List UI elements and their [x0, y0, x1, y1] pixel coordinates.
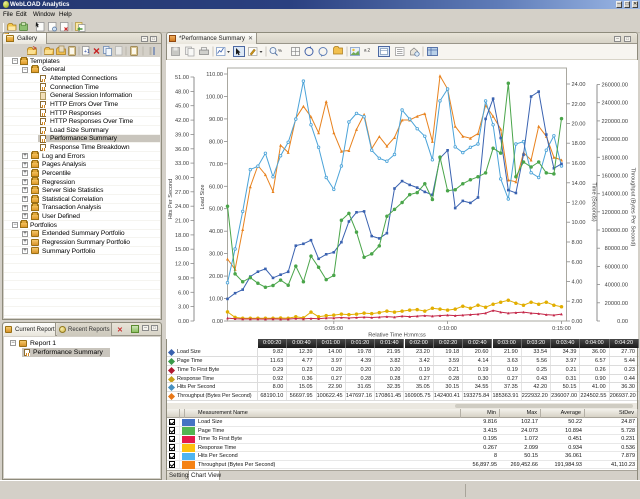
svg-text:27.00: 27.00 — [175, 190, 189, 196]
svg-text:30.00: 30.00 — [175, 176, 189, 182]
svg-text:50.00: 50.00 — [209, 207, 223, 213]
svg-text:24.00: 24.00 — [175, 204, 189, 210]
svg-text:110.00: 110.00 — [206, 72, 223, 78]
svg-text:40.00: 40.00 — [209, 229, 223, 235]
svg-text:10.00: 10.00 — [572, 220, 586, 226]
svg-text:9.00: 9.00 — [178, 276, 189, 282]
svg-text:45.00: 45.00 — [175, 104, 189, 110]
svg-text:0:10:00: 0:10:00 — [438, 326, 457, 332]
svg-text:24.00: 24.00 — [572, 82, 586, 88]
svg-text:20000.00: 20000.00 — [605, 301, 628, 307]
svg-text:21.00: 21.00 — [175, 219, 189, 225]
svg-text:8.00: 8.00 — [572, 240, 583, 246]
svg-text:Relative Time H:mm:ss: Relative Time H:mm:ss — [368, 333, 426, 339]
svg-text:6.00: 6.00 — [178, 290, 189, 296]
svg-text:42.00: 42.00 — [175, 118, 189, 124]
svg-text:90.00: 90.00 — [209, 117, 223, 123]
svg-text:30.00: 30.00 — [209, 252, 223, 258]
svg-text:2.00: 2.00 — [572, 299, 583, 305]
svg-text:12.00: 12.00 — [572, 201, 586, 207]
svg-text:18.00: 18.00 — [572, 141, 586, 147]
svg-text:0.00: 0.00 — [617, 319, 628, 325]
svg-text:80000.00: 80000.00 — [605, 246, 628, 252]
svg-text:6.00: 6.00 — [572, 260, 583, 266]
svg-text:20.00: 20.00 — [572, 122, 586, 128]
svg-text:+1: +1 — [84, 49, 90, 55]
svg-text:200000.00: 200000.00 — [602, 137, 628, 143]
svg-text:100.00: 100.00 — [206, 95, 223, 101]
svg-text:40000.00: 40000.00 — [605, 283, 628, 289]
svg-text:16.00: 16.00 — [572, 161, 586, 167]
svg-text:36.00: 36.00 — [175, 147, 189, 153]
svg-text:60000.00: 60000.00 — [605, 264, 628, 270]
svg-text:0:05:00: 0:05:00 — [324, 326, 343, 332]
svg-text:a２: a２ — [364, 48, 371, 53]
svg-text:12.00: 12.00 — [175, 262, 189, 268]
svg-text:39.00: 39.00 — [175, 132, 189, 138]
svg-text:70.00: 70.00 — [209, 162, 223, 168]
svg-text:0.00: 0.00 — [212, 319, 223, 325]
svg-text:0:15:00: 0:15:00 — [552, 326, 571, 332]
svg-text:15.00: 15.00 — [175, 247, 189, 253]
svg-text:Throughput (Bytes Per Second): Throughput (Bytes Per Second) — [630, 168, 636, 247]
svg-text:33.00: 33.00 — [175, 161, 189, 167]
svg-text:240000.00: 240000.00 — [602, 101, 628, 107]
svg-text:20.00: 20.00 — [209, 274, 223, 280]
svg-text:160000.00: 160000.00 — [602, 174, 628, 180]
svg-text:4.00: 4.00 — [572, 280, 583, 286]
svg-text:14.00: 14.00 — [572, 181, 586, 187]
svg-text:220000.00: 220000.00 — [602, 119, 628, 125]
svg-text:60.00: 60.00 — [209, 184, 223, 190]
svg-text:Load Size: Load Size — [200, 185, 206, 210]
svg-text:%: % — [278, 48, 282, 53]
svg-text:22.00: 22.00 — [572, 102, 586, 108]
svg-text:80.00: 80.00 — [209, 139, 223, 145]
svg-text:48.00: 48.00 — [175, 89, 189, 95]
svg-text:Time (Seconds): Time (Seconds) — [591, 182, 597, 221]
svg-text:120000.00: 120000.00 — [602, 210, 628, 216]
svg-text:10.00: 10.00 — [209, 297, 223, 303]
svg-text:100000.00: 100000.00 — [602, 228, 628, 234]
svg-text:140000.00: 140000.00 — [602, 192, 628, 198]
svg-text:Hits Per Second: Hits Per Second — [168, 179, 174, 219]
svg-text:18.00: 18.00 — [175, 233, 189, 239]
svg-text:0.00: 0.00 — [178, 319, 189, 325]
svg-text:260000.00: 260000.00 — [602, 83, 628, 89]
svg-text:51.00: 51.00 — [175, 75, 189, 81]
svg-text:3.00: 3.00 — [178, 305, 189, 311]
svg-text:0.00: 0.00 — [572, 319, 583, 325]
svg-text:180000.00: 180000.00 — [602, 155, 628, 161]
